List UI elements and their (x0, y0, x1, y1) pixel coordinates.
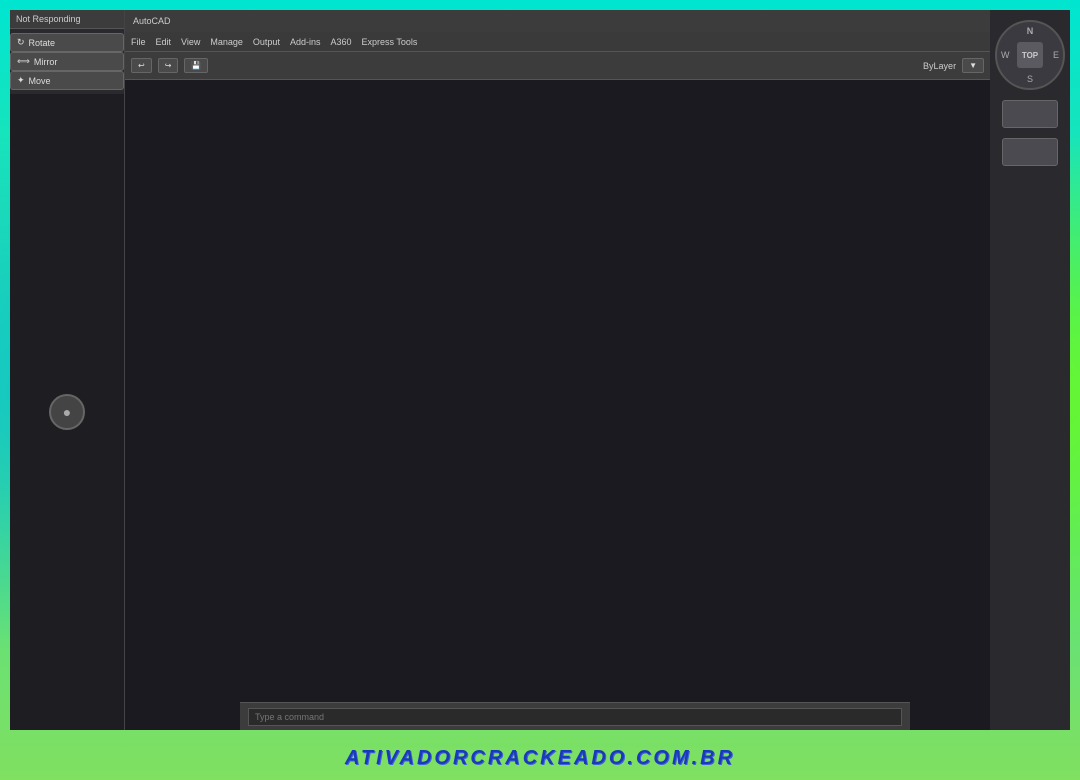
autocad-menubar: File Edit View Manage Output Add-ins A36… (125, 32, 990, 52)
undo-btn[interactable]: ↩ (131, 58, 152, 73)
menu-edit[interactable]: Edit (156, 37, 172, 47)
compass-east: E (1053, 50, 1059, 60)
menu-addins[interactable]: Add-ins (290, 37, 321, 47)
watermark: ATIVADORCRACKEADO.COM.BR (0, 747, 1080, 770)
compass-center[interactable]: TOP (1017, 42, 1043, 68)
main-area: Not Responding ↻ Rotate ⟺ Mirror ✦ Move … (10, 10, 1070, 730)
menu-view[interactable]: View (181, 37, 200, 47)
center-area: AutoCAD File Edit View Manage Output Add… (125, 10, 990, 730)
menu-manage[interactable]: Manage (210, 37, 243, 47)
autocad-status: Not Responding (10, 10, 124, 29)
autocad-toolbar: ↩ ↪ 💾 ByLayer ▼ (125, 52, 990, 80)
compass-south: S (1027, 74, 1033, 84)
left-panel-bottom: ● (10, 94, 124, 730)
menu-file[interactable]: File (131, 37, 146, 47)
bottom-toolbar (240, 702, 910, 730)
left-panel: Not Responding ↻ Rotate ⟺ Mirror ✦ Move … (10, 10, 125, 730)
compass-widget: N S E W TOP (995, 20, 1065, 90)
compass-north: N (1027, 26, 1034, 36)
right-panel: N S E W TOP (990, 10, 1070, 730)
autocad-quickbar: ↻ Rotate ⟺ Mirror ✦ Move (10, 29, 124, 94)
menu-output[interactable]: Output (253, 37, 280, 47)
command-input[interactable] (248, 708, 902, 726)
save-btn[interactable]: 💾 (184, 58, 208, 73)
menu-express[interactable]: Express Tools (362, 37, 418, 47)
right-tool-1[interactable] (1002, 100, 1058, 128)
redo-btn[interactable]: ↪ (158, 58, 179, 73)
autocad-titlebar: AutoCAD (125, 10, 990, 32)
autocad-title-label: AutoCAD (133, 16, 171, 26)
user-icon: ● (49, 394, 85, 430)
mirror-btn[interactable]: ⟺ Mirror (10, 52, 124, 71)
layer-label: ByLayer (923, 61, 956, 71)
move-btn[interactable]: ✦ Move (10, 71, 124, 90)
compass-west: W (1001, 50, 1010, 60)
rotate-btn[interactable]: ↻ Rotate (10, 33, 124, 52)
right-tool-2[interactable] (1002, 138, 1058, 166)
watermark-text: ATIVADORCRACKEADO.COM.BR (345, 747, 735, 769)
layer-btn[interactable]: ▼ (962, 58, 984, 73)
menu-a360[interactable]: A360 (330, 37, 351, 47)
